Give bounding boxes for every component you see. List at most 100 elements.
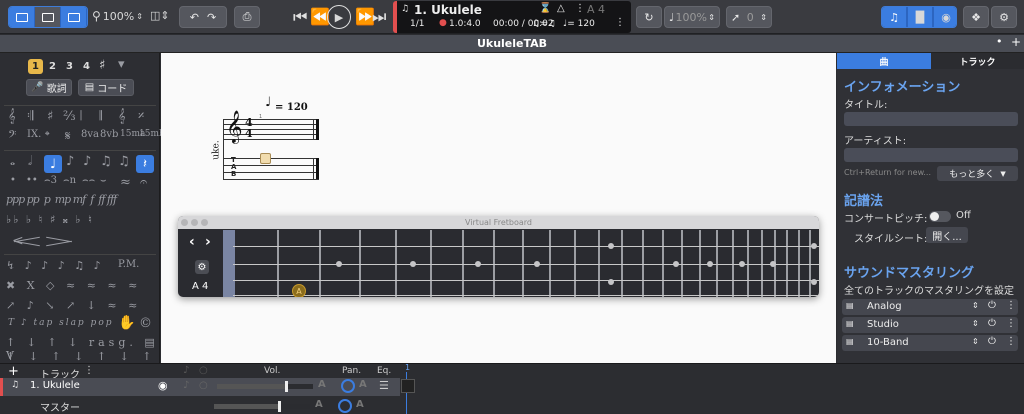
score-area[interactable]: ♩ = 120 𝄞 4 4 1 uke. T A B <box>161 53 836 363</box>
speed-control[interactable]: ♩ 100% ⇕ <box>664 6 720 28</box>
settings-button[interactable]: ⚙ <box>991 6 1017 28</box>
go-start-icon[interactable]: ⏮ <box>293 8 307 26</box>
dotted-icon[interactable]: • <box>10 175 16 186</box>
segno-icon[interactable]: 𝄋 <box>65 129 71 144</box>
bar-cell[interactable] <box>401 379 415 393</box>
automation-icon[interactable]: A <box>315 399 323 410</box>
master-pan-knob[interactable] <box>338 399 352 413</box>
chevron-left-icon[interactable]: ‹ <box>189 234 195 250</box>
preset-10-band[interactable]: ▤ 10-Band ⇕ ⏻ ⋮ <box>842 335 1018 351</box>
bass-clef-icon[interactable]: 𝄢 <box>8 129 16 144</box>
bar-repeat-icon[interactable]: 𝄇 <box>27 109 33 124</box>
voice-4-button[interactable]: 4 <box>79 59 94 74</box>
master-volume-slider[interactable] <box>214 401 310 412</box>
window-minimize-button[interactable] <box>191 219 198 226</box>
whole-note-icon[interactable]: 𝅝 <box>10 154 15 169</box>
voice-2-button[interactable]: 2 <box>45 59 60 74</box>
go-end-icon[interactable]: ⏭ <box>372 8 386 26</box>
more-icon[interactable]: ⋮ <box>1006 318 1016 329</box>
coda-icon[interactable]: 𝄌 <box>45 129 50 144</box>
fretboard-view-button[interactable]: ♫ <box>882 7 908 27</box>
fermata-icon[interactable]: 𝄐 <box>140 175 147 190</box>
simile-icon[interactable]: 𝄎 <box>138 109 144 124</box>
stylesheet-open-button[interactable]: 開く... <box>926 227 968 243</box>
artist-field[interactable] <box>844 148 1018 162</box>
time-signature-icon[interactable]: ⅔ <box>63 109 76 124</box>
hand-icon[interactable]: ✋ <box>118 315 135 331</box>
preset-analog[interactable]: ▤ Analog ⇕ ⏻ ⋮ <box>842 299 1018 315</box>
ottava-bassa-icon[interactable]: 8vb <box>100 129 118 140</box>
quarter-note-button[interactable]: ♩ <box>44 155 62 173</box>
undo-icon[interactable]: ↶ <box>190 11 199 24</box>
voice-3-button[interactable]: 3 <box>62 59 77 74</box>
eighth-note-icon[interactable]: ♪ <box>66 154 74 169</box>
pan-knob[interactable] <box>341 379 355 393</box>
automation-icon[interactable]: A <box>359 379 367 390</box>
double-dot-icon[interactable]: •• <box>26 175 38 186</box>
voice-mix-icon[interactable]: ♯ <box>99 58 105 73</box>
fretboard-marker[interactable]: A <box>292 284 306 297</box>
loop-button[interactable]: ↻ <box>636 6 662 28</box>
ottava-icon[interactable]: 8va <box>81 129 99 140</box>
mute-icon[interactable]: ♪ <box>183 380 189 391</box>
chevron-right-icon[interactable]: › <box>205 234 211 250</box>
window-close-button[interactable] <box>181 219 188 226</box>
volume-slider[interactable] <box>217 381 313 392</box>
capo-control[interactable]: ➚ 0 ⇕ <box>726 6 772 28</box>
half-note-icon[interactable]: 𝅗𝅥 <box>28 154 32 169</box>
section-icon[interactable]: IX. <box>27 129 41 140</box>
automation-icon[interactable]: A <box>356 399 364 410</box>
palm-mute-icon[interactable]: P.M. <box>118 259 139 270</box>
horizontal-view-button[interactable] <box>35 7 61 27</box>
piano-view-button[interactable]: █ <box>908 7 934 27</box>
more-icon[interactable]: ⋮ <box>1006 300 1016 311</box>
copyright-icon[interactable]: © <box>139 316 152 331</box>
more-icon[interactable]: ⋮ <box>575 3 585 14</box>
automation-icon[interactable]: A <box>318 379 326 390</box>
eye-icon[interactable]: ◉ <box>158 379 168 392</box>
fretboard-title[interactable]: Virtual Fretboard <box>178 216 819 229</box>
headphones-icon[interactable]: ○ <box>199 380 208 391</box>
fretboard-settings-button[interactable]: ⚙ <box>195 260 209 274</box>
more-icon[interactable]: ⋮ <box>1006 336 1016 347</box>
double-barline-icon[interactable]: 𝄁 <box>80 109 82 124</box>
lyrics-button[interactable]: 🎤 歌詞 <box>26 79 72 96</box>
power-icon[interactable]: ⏻ <box>988 336 996 347</box>
tab-track[interactable]: トラック <box>931 53 1024 69</box>
slur-icon[interactable]: ⌣ <box>100 175 107 186</box>
tab-song[interactable]: 曲 <box>837 53 931 69</box>
concert-pitch-toggle[interactable] <box>929 211 951 222</box>
final-barline-icon[interactable]: 𝄂 <box>99 109 102 124</box>
drums-view-button[interactable]: ◉ <box>934 7 956 27</box>
more-button[interactable]: もっと多く ▼ <box>937 166 1018 181</box>
volume-handle[interactable] <box>285 381 288 392</box>
sixteenth-note-icon[interactable]: ♪ <box>83 154 91 169</box>
add-track-icon[interactable]: + <box>8 364 19 379</box>
tie-icon[interactable]: ⌢⌢ <box>82 175 95 186</box>
sixty-fourth-note-icon[interactable]: ♫ <box>118 154 130 169</box>
page-view-button[interactable] <box>9 7 35 27</box>
document-title[interactable]: UkuleleTAB <box>0 37 1024 50</box>
treble-clef-icon[interactable]: 𝄞 <box>8 109 16 124</box>
eq-icon[interactable]: ☰ <box>379 379 389 392</box>
rest-button[interactable]: 𝄽 <box>136 155 154 173</box>
metronome-icon[interactable]: △ <box>557 3 565 14</box>
audio-button[interactable]: ❖ <box>963 6 989 28</box>
panel-view-button[interactable] <box>61 7 87 27</box>
chord-button[interactable]: ▤ コード <box>78 79 134 96</box>
window-zoom-button[interactable] <box>201 219 208 226</box>
print-button[interactable]: ⎙ <box>234 6 260 28</box>
add-tab-icon[interactable]: + <box>1011 35 1021 49</box>
voice-1-button[interactable]: 1 <box>28 59 43 74</box>
screen-mode-icon[interactable]: ◫⇕ <box>150 9 170 22</box>
tuplet-icon[interactable]: ⌢n <box>63 175 76 186</box>
track-row[interactable]: ♫ 1. Ukulele ◉ ♪ ○ A A ☰ <box>0 378 400 396</box>
thirty-second-note-icon[interactable]: ♫ <box>100 154 112 169</box>
power-icon[interactable]: ⏻ <box>988 318 996 329</box>
cursor-cell[interactable] <box>260 153 271 164</box>
power-icon[interactable]: ⏻ <box>988 300 996 311</box>
repeat-icon[interactable]: 𝄞 <box>118 109 126 124</box>
play-button[interactable]: ▶ <box>327 5 351 29</box>
more-icon[interactable]: ⋮ <box>84 365 94 376</box>
triplet-icon[interactable]: ⌢3 <box>44 175 57 186</box>
